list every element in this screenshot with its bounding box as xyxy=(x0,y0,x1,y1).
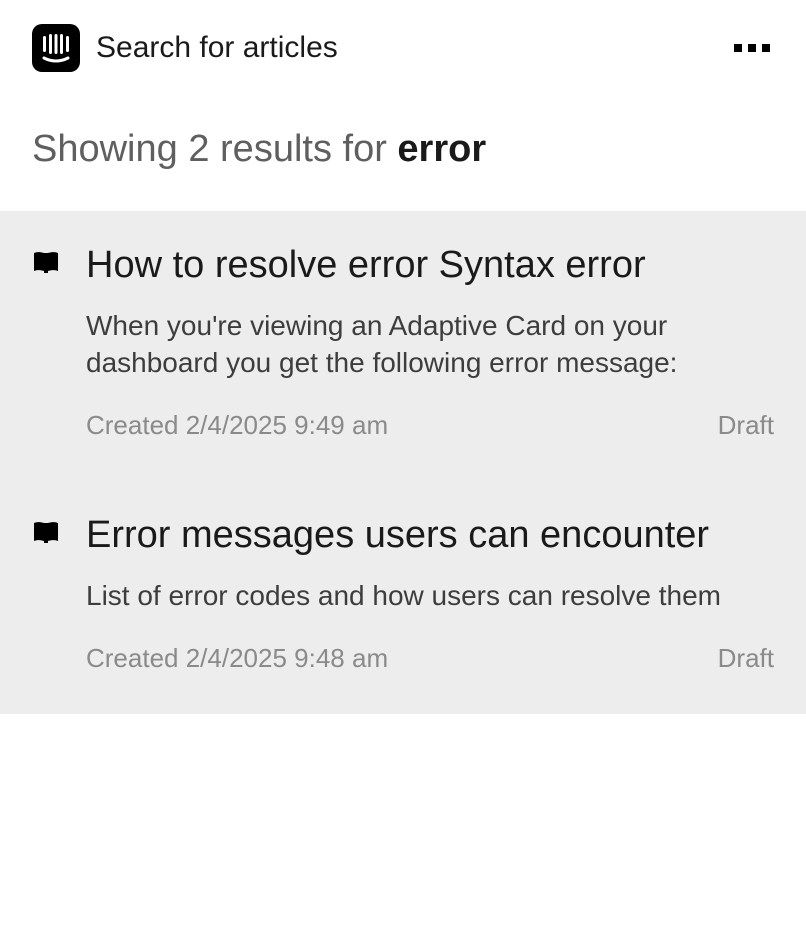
result-description: List of error codes and how users can re… xyxy=(86,577,774,615)
more-dot-icon xyxy=(762,44,770,52)
header xyxy=(0,0,806,96)
result-item[interactable]: Error messages users can encounter List … xyxy=(0,481,806,713)
results-list: How to resolve error Syntax error When y… xyxy=(0,211,806,714)
result-content: Error messages users can encounter List … xyxy=(86,513,774,673)
results-summary: Showing 2 results for error xyxy=(0,96,806,211)
result-created-date: Created 2/4/2025 9:48 am xyxy=(86,643,388,674)
intercom-icon xyxy=(40,32,72,64)
results-count: 2 xyxy=(188,128,209,170)
result-title: How to resolve error Syntax error xyxy=(86,243,774,289)
search-input[interactable] xyxy=(96,31,714,65)
results-prefix: Showing xyxy=(32,128,188,170)
more-menu-button[interactable] xyxy=(730,40,774,56)
article-icon xyxy=(32,243,62,441)
result-created-date: Created 2/4/2025 9:49 am xyxy=(86,410,388,441)
result-meta: Created 2/4/2025 9:49 am Draft xyxy=(86,410,774,441)
article-icon xyxy=(32,513,62,673)
result-status-badge: Draft xyxy=(718,643,774,674)
result-title: Error messages users can encounter xyxy=(86,513,774,559)
results-middle: results for xyxy=(209,128,397,170)
more-dot-icon xyxy=(748,44,756,52)
result-status-badge: Draft xyxy=(718,410,774,441)
more-dot-icon xyxy=(734,44,742,52)
result-meta: Created 2/4/2025 9:48 am Draft xyxy=(86,643,774,674)
results-query: error xyxy=(397,128,486,170)
result-content: How to resolve error Syntax error When y… xyxy=(86,243,774,441)
result-item[interactable]: How to resolve error Syntax error When y… xyxy=(0,211,806,481)
app-logo[interactable] xyxy=(32,24,80,72)
result-description: When you're viewing an Adaptive Card on … xyxy=(86,307,774,383)
